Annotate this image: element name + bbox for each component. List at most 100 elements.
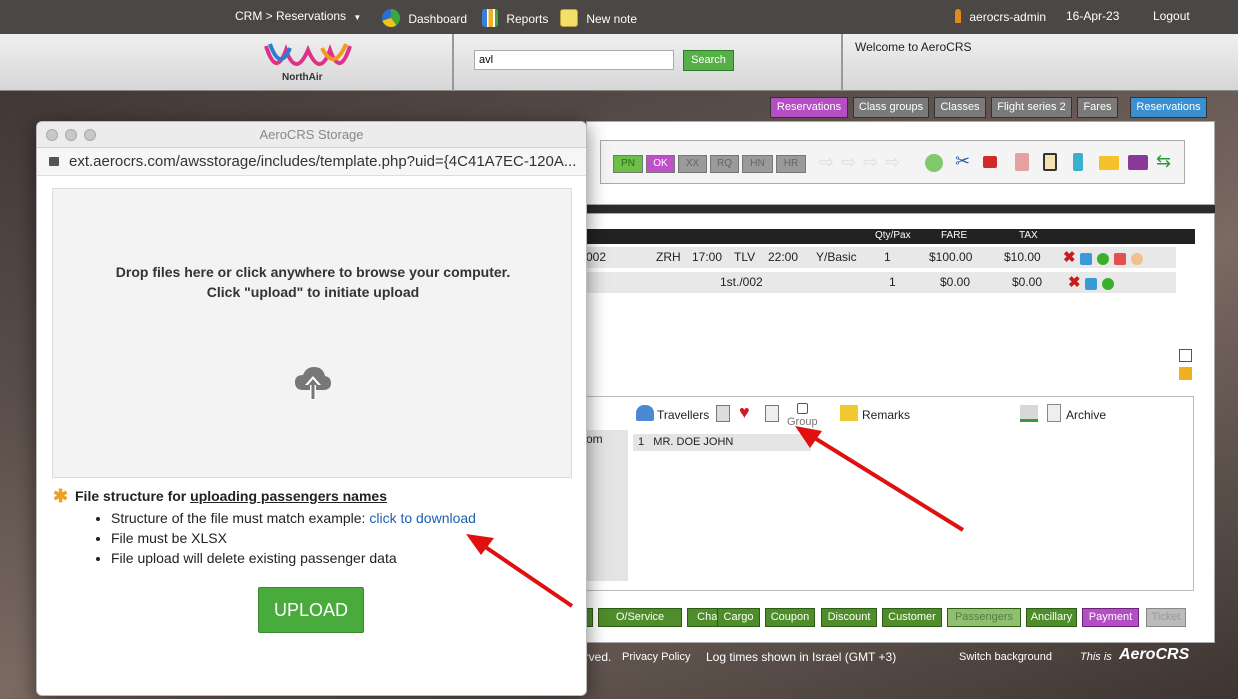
list-item: File must be XLSX: [111, 528, 573, 548]
tab-flight-series[interactable]: Flight series 2: [991, 97, 1072, 118]
download-icon[interactable]: [1020, 405, 1038, 422]
privacy-policy-link[interactable]: Privacy Policy: [622, 651, 690, 663]
printer-icon[interactable]: [1128, 155, 1148, 170]
import-icon[interactable]: [716, 405, 730, 422]
passengers-button[interactable]: Passengers: [947, 608, 1021, 627]
expand-icon[interactable]: [1179, 349, 1192, 362]
new-note-link[interactable]: New note: [560, 9, 637, 27]
tab-classes[interactable]: Classes: [934, 97, 986, 118]
status-green-icon[interactable]: [1097, 253, 1109, 265]
pie-chart-icon: [382, 9, 400, 27]
log-times-text: Log times shown in Israel (GMT +3): [706, 650, 897, 664]
user-menu[interactable]: aerocrs-admin: [955, 9, 1046, 24]
status-green-icon[interactable]: [1102, 278, 1114, 290]
download-template-link[interactable]: click to download: [369, 510, 476, 526]
coupon-button[interactable]: Coupon: [765, 608, 815, 627]
payment-button[interactable]: Payment: [1082, 608, 1139, 627]
top-bar: CRM > Reservations ▼ Dashboard Reports N…: [0, 0, 1238, 34]
col-tax: TAX: [1019, 230, 1038, 241]
col-fare: FARE: [941, 230, 968, 241]
scissors-icon[interactable]: ✂: [955, 151, 970, 172]
swap-icon[interactable]: ⇆: [1156, 151, 1171, 172]
archive-label[interactable]: Archive: [1066, 408, 1106, 422]
close-window-icon[interactable]: [46, 129, 58, 141]
status-hn-button[interactable]: HN: [742, 155, 773, 173]
arrow-right-icon[interactable]: ⇨: [819, 152, 834, 173]
recycle-icon[interactable]: [925, 154, 943, 172]
drop-instructions: Drop files here or click anywhere to bro…: [115, 264, 511, 280]
remarks-label[interactable]: Remarks: [862, 408, 910, 422]
logo-text: NorthAir: [282, 72, 323, 83]
search-button[interactable]: Search: [683, 50, 734, 71]
delete-icon[interactable]: ✖: [1063, 250, 1076, 265]
upload-button[interactable]: UPLOAD: [258, 587, 364, 633]
switch-background-link[interactable]: Switch background: [959, 651, 1052, 663]
segment-fare: $100.00: [929, 250, 973, 264]
envelope-icon[interactable]: [1099, 156, 1119, 170]
ticket-button[interactable]: Ticket: [1146, 608, 1186, 627]
reports-link[interactable]: Reports: [482, 9, 548, 27]
storage-modal: AeroCRS Storage ext.aerocrs.com/awsstora…: [36, 121, 587, 696]
heart-icon[interactable]: ♥: [739, 402, 750, 423]
oservice-button[interactable]: O/Service: [598, 608, 682, 627]
chat-icon[interactable]: [1080, 253, 1092, 265]
status-xx-button[interactable]: XX: [678, 155, 707, 173]
passenger-row[interactable]: 1 MR. DOE JOHN: [633, 434, 811, 451]
close-x-icon[interactable]: [1179, 367, 1192, 380]
status-ok-button[interactable]: OK: [646, 155, 675, 173]
lock-icon[interactable]: [983, 156, 997, 168]
passengers-panel: [586, 396, 1194, 591]
status-pn-button[interactable]: PN: [613, 155, 643, 173]
chat-icon[interactable]: [1085, 278, 1097, 290]
segment-id: 002: [586, 250, 607, 264]
title-link: uploading passengers names: [190, 488, 387, 504]
partial-button[interactable]: [586, 608, 593, 627]
cargo-button[interactable]: Cargo: [717, 608, 760, 627]
status-rq-button[interactable]: RQ: [710, 155, 739, 173]
customer-button[interactable]: Customer: [882, 608, 942, 627]
table-row[interactable]: 002 ZRH 17:00 TLV 22:00 Y/Basic 1 $100.0…: [586, 247, 1176, 268]
arrow-right-icon[interactable]: ⇨: [841, 152, 856, 173]
lock-icon: [49, 157, 59, 166]
maximize-window-icon[interactable]: [84, 129, 96, 141]
group-label: Group: [787, 416, 818, 428]
list-item: Structure of the file must match example…: [111, 508, 573, 528]
travellers-label[interactable]: Travellers: [657, 408, 709, 422]
url-bar[interactable]: ext.aerocrs.com/awsstorage/includes/temp…: [37, 148, 586, 176]
status-hr-button[interactable]: HR: [776, 155, 806, 173]
calculator-icon[interactable]: [1015, 153, 1029, 171]
search-input[interactable]: [474, 50, 674, 70]
header-divider: [841, 34, 843, 91]
add-document-icon[interactable]: [765, 405, 779, 422]
title-prefix: File structure for: [75, 488, 191, 504]
phone-icon[interactable]: [1073, 153, 1083, 171]
file-structure-info: ✱ File structure for uploading passenger…: [53, 486, 573, 568]
welcome-text: Welcome to AeroCRS: [855, 40, 972, 54]
group-checkbox[interactable]: [797, 403, 808, 414]
passenger-name: 1 MR. DOE JOHN: [638, 436, 734, 448]
arrow-right-icon[interactable]: ⇨: [863, 152, 878, 173]
crm-menu[interactable]: CRM > Reservations ▼: [235, 9, 361, 23]
document-icon[interactable]: [1047, 404, 1061, 422]
logout-link[interactable]: Logout: [1153, 9, 1190, 23]
tab-class-groups[interactable]: Class groups: [853, 97, 929, 118]
tab-fares[interactable]: Fares: [1077, 97, 1118, 118]
tab-reservations[interactable]: Reservations: [770, 97, 848, 118]
minimize-window-icon[interactable]: [65, 129, 77, 141]
header-divider: [452, 34, 454, 91]
discount-button[interactable]: Discount: [821, 608, 877, 627]
delete-icon[interactable]: ✖: [1068, 275, 1081, 290]
ancillary-button[interactable]: Ancillary: [1026, 608, 1077, 627]
segment-id: 1st./002: [720, 275, 763, 289]
modal-title-bar: AeroCRS Storage: [37, 122, 586, 148]
section-divider: [586, 205, 1215, 213]
calendar-icon[interactable]: [1114, 253, 1126, 265]
table-row[interactable]: 1st./002 1 $0.00 $0.00 ✖: [586, 272, 1176, 293]
tab-reservations-blue[interactable]: Reservations: [1130, 97, 1207, 118]
arrow-right-icon[interactable]: ⇨: [885, 152, 900, 173]
this-is-text: This is: [1080, 651, 1112, 663]
file-dropzone[interactable]: Drop files here or click anywhere to bro…: [52, 188, 572, 478]
clipboard-icon[interactable]: [1043, 153, 1057, 171]
person-icon[interactable]: [1131, 253, 1143, 265]
dashboard-link[interactable]: Dashboard: [382, 9, 467, 27]
